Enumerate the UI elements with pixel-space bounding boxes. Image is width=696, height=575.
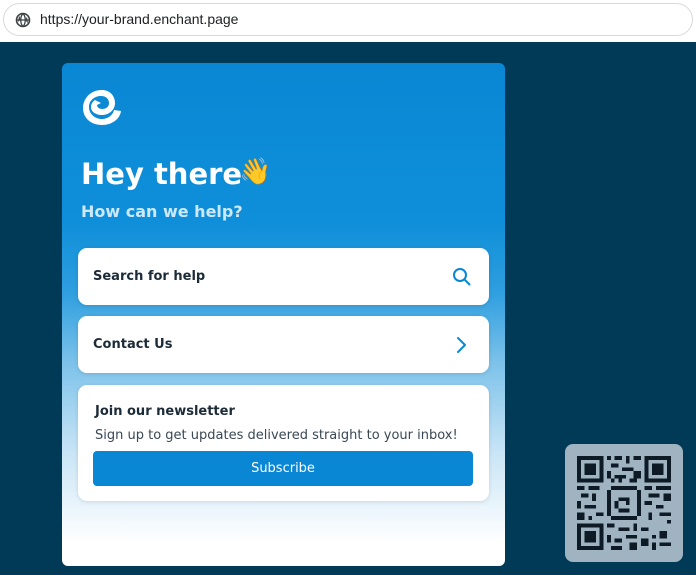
contact-us-label: Contact Us [93,337,173,352]
search-help-card[interactable]: Search for help [78,248,489,305]
newsletter-title: Join our newsletter [95,404,235,419]
contact-us-card[interactable]: Contact Us [78,316,489,373]
greeting-subtitle: How can we help? [81,202,243,221]
chevron-right-icon [457,337,466,353]
help-widget: Hey there 👋 How can we help? Search for … [62,63,505,566]
qr-code-icon [577,456,671,550]
subscribe-button[interactable]: Subscribe [93,451,473,486]
waving-hand-emoji: 👋 [239,157,272,187]
qr-code [565,444,683,562]
enchant-logo-icon [83,90,121,125]
url-field[interactable]: https://your-brand.enchant.page [3,3,693,36]
search-icon [453,268,471,286]
globe-icon [15,12,31,28]
url-text: https://your-brand.enchant.page [40,11,239,27]
greeting-heading: Hey there [81,157,243,191]
newsletter-description: Sign up to get updates delivered straigh… [95,428,458,443]
search-help-label: Search for help [93,269,206,284]
newsletter-card: Join our newsletter Sign up to get updat… [78,385,489,501]
browser-address-bar: https://your-brand.enchant.page [0,0,696,42]
